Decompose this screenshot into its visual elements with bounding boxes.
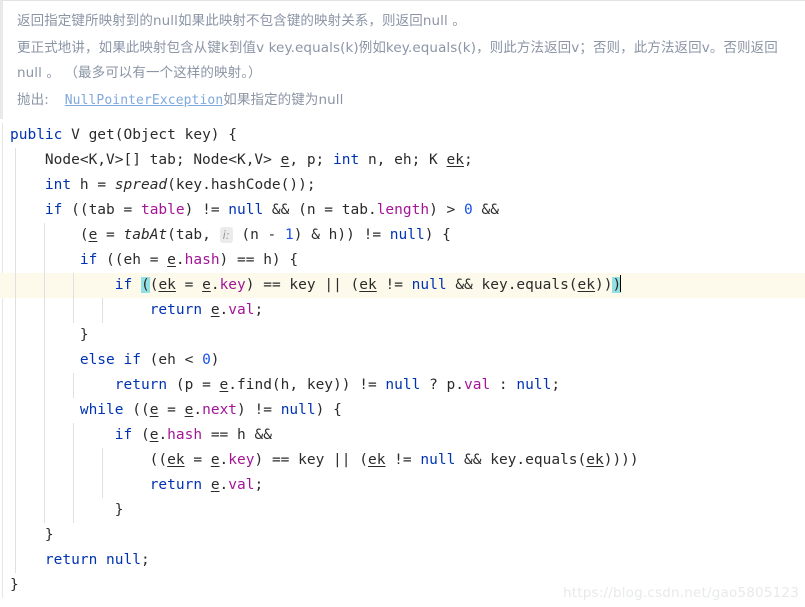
- inlay-parameter-hint: i:: [219, 227, 233, 243]
- doc-throws-label: 抛出:: [17, 92, 49, 108]
- code-line-17[interactable]: }: [0, 523, 805, 548]
- code-line-14[interactable]: ((ek = e.key) == key || (ek != null && k…: [0, 448, 805, 473]
- code-editor[interactable]: public V get(Object key) { Node<K,V>[] t…: [0, 123, 805, 598]
- code-line-6[interactable]: if ((eh = e.hash) == h) {: [0, 248, 805, 273]
- code-line-8[interactable]: return e.val;: [0, 298, 805, 323]
- code-line-18[interactable]: return null;: [0, 548, 805, 573]
- text-caret: [620, 275, 622, 292]
- code-line-9[interactable]: }: [0, 323, 805, 348]
- code-line-15[interactable]: return e.val;: [0, 473, 805, 498]
- code-line-2[interactable]: Node<K,V>[] tab; Node<K,V> e, p; int n, …: [0, 148, 805, 173]
- javadoc-panel: 返回指定键所映射到的null如果此映射不包含键的映射关系，则返回null 。 更…: [0, 0, 805, 119]
- code-line-12[interactable]: while ((e = e.next) != null) {: [0, 398, 805, 423]
- doc-paragraph-1: 返回指定键所映射到的null如果此映射不包含键的映射关系，则返回null 。: [17, 13, 466, 29]
- code-line-11[interactable]: return (p = e.find(h, key)) != null ? p.…: [0, 373, 805, 398]
- code-line-10[interactable]: else if (eh < 0): [0, 348, 805, 373]
- doc-paragraph-2: 更正式地讲，如果此映射包含从键k到值v key.equals(k)例如key.e…: [17, 40, 778, 81]
- doc-throws-exception-link[interactable]: NullPointerException: [65, 93, 224, 108]
- csdn-watermark: https://blog.csdn.net/gao5805123: [562, 585, 799, 601]
- code-line-13[interactable]: if (e.hash == h &&: [0, 423, 805, 448]
- code-line-7-caret-line[interactable]: if ((ek = e.key) == key || (ek != null &…: [0, 273, 805, 298]
- code-line-5[interactable]: (e = tabAt(tab, i: (n - 1) & h)) != null…: [0, 223, 805, 248]
- doc-throws-tail: 如果指定的键为null: [223, 92, 344, 108]
- code-line-4[interactable]: if ((tab = table) != null && (n = tab.le…: [0, 198, 805, 223]
- doc-throws-line: 抛出: NullPointerException如果指定的键为null: [17, 88, 795, 113]
- code-line-1[interactable]: public V get(Object key) {: [0, 123, 805, 148]
- code-line-3[interactable]: int h = spread(key.hashCode());: [0, 173, 805, 198]
- code-line-16[interactable]: }: [0, 498, 805, 523]
